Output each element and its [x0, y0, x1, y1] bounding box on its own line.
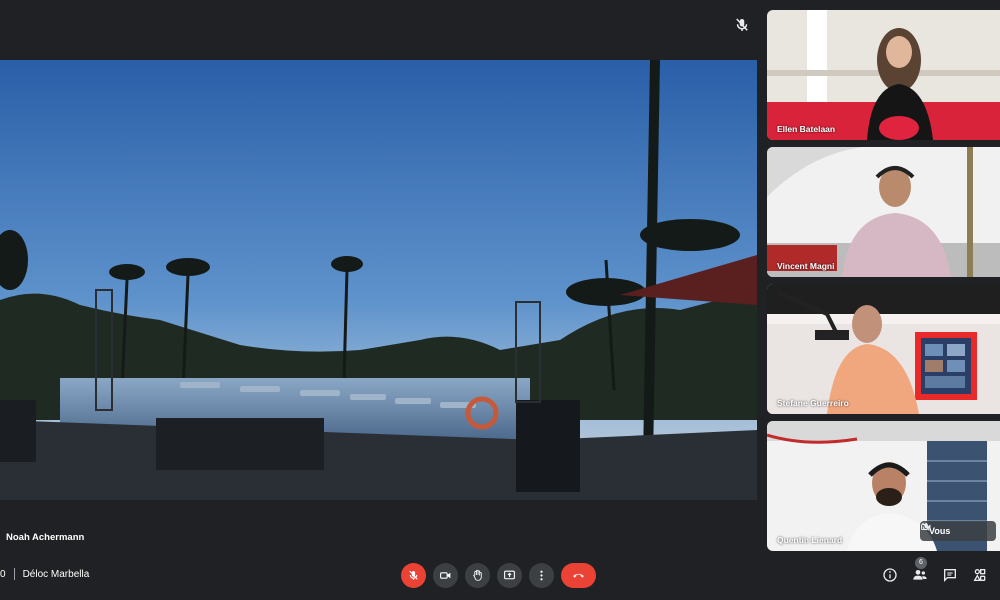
mic-off-icon	[736, 18, 748, 31]
raise-hand-icon	[473, 569, 482, 581]
mic-toggle-button[interactable]	[401, 563, 426, 588]
participant-tile-self[interactable]: Quentin Lienard Vous	[767, 421, 1000, 551]
participant-tile-ellen[interactable]: Ellen Batelaan	[767, 10, 1000, 140]
info-icon	[883, 568, 897, 582]
mic-off-icon	[409, 570, 418, 580]
chat-icon	[944, 569, 956, 582]
participant-name: Stefane Guerreiro	[777, 398, 849, 408]
main-video-feed	[0, 60, 757, 500]
camera-icon	[440, 572, 451, 579]
present-screen-button[interactable]	[497, 563, 522, 588]
activities-button[interactable]	[972, 567, 988, 583]
people-button[interactable]: 6	[912, 557, 928, 583]
chat-button[interactable]	[942, 567, 958, 583]
meeting-info: 0 Déloc Marbella	[0, 568, 89, 580]
camera-icon[interactable]	[920, 521, 932, 533]
call-controls	[401, 563, 596, 588]
activities-icon	[973, 569, 986, 581]
end-call-icon	[573, 573, 584, 578]
more-options-button[interactable]	[529, 563, 554, 588]
speaker-name: Noah Achermann	[6, 532, 85, 543]
end-call-button[interactable]	[561, 563, 596, 588]
self-view-controls[interactable]: Vous	[920, 521, 996, 541]
participant-tile-stefane[interactable]: Stefane Guerreiro	[767, 284, 1000, 414]
people-icon	[913, 570, 927, 580]
meeting-time: 0	[0, 568, 6, 580]
self-label: Vous	[929, 526, 951, 536]
participant-video	[767, 284, 1000, 414]
info-button[interactable]	[882, 567, 898, 583]
present-icon	[504, 570, 515, 580]
main-video-stage[interactable]	[0, 60, 757, 500]
side-panel-buttons: 6	[882, 557, 988, 583]
participant-video	[767, 10, 1000, 140]
more-options-icon	[540, 570, 543, 581]
camera-toggle-button[interactable]	[433, 563, 458, 588]
participant-tile-vincent[interactable]: Vincent Magni	[767, 147, 1000, 277]
raise-hand-button[interactable]	[465, 563, 490, 588]
participant-name: Ellen Batelaan	[777, 124, 836, 134]
participants-count-badge: 6	[915, 557, 927, 569]
meeting-title: Déloc Marbella	[22, 568, 90, 580]
participant-name: Vincent Magni	[777, 261, 835, 271]
participant-name: Quentin Lienard	[777, 535, 843, 545]
participant-video	[767, 147, 1000, 277]
divider	[13, 568, 15, 580]
